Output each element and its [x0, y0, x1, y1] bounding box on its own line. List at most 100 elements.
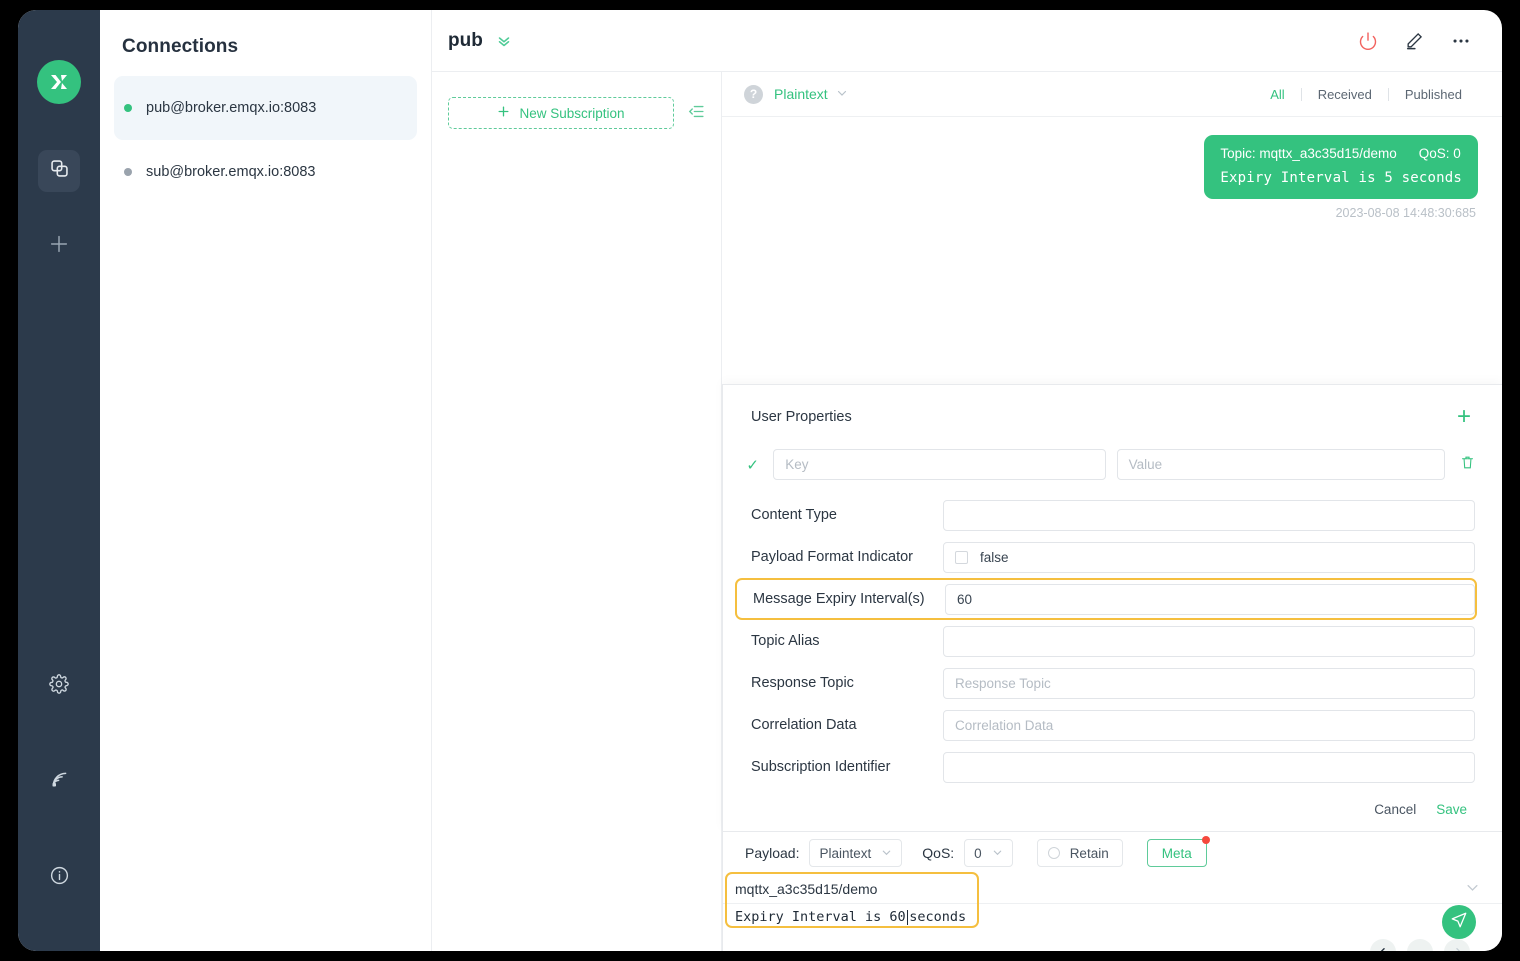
connections-sidebar: Connections pub@broker.emqx.io:8083 sub@…	[100, 10, 432, 951]
publish-input-area: mqttx_a3c35d15/demo Expiry Interval is 6…	[723, 872, 1502, 930]
message-qos: QoS: 0	[1418, 146, 1461, 161]
connection-title: pub	[448, 29, 483, 51]
message-filter-tabs: All Received Published	[1254, 87, 1478, 102]
retain-toggle[interactable]: Retain	[1036, 839, 1123, 867]
user-property-value-input[interactable]: Value	[1116, 449, 1445, 480]
publish-message-after-caret: seconds	[909, 909, 967, 925]
response-topic-input[interactable]: Response Topic	[943, 667, 1475, 699]
subscriptions-panel: New Subscription	[432, 72, 722, 951]
icon-rail	[18, 10, 100, 951]
publish-message-input[interactable]: Expiry Interval is 60 seconds	[723, 904, 1502, 930]
sidebar-item-about[interactable]	[38, 857, 80, 899]
message-header: Topic: mqttx_a3c35d15/demo QoS: 0	[1220, 146, 1462, 161]
connection-label: pub@broker.emqx.io:8083	[146, 100, 317, 116]
message-timestamp: 2023-08-08 14:48:30:685	[1335, 206, 1476, 220]
message-expiry-interval-input[interactable]: 60	[945, 583, 1475, 615]
user-properties-title: User Properties	[751, 409, 852, 425]
payload-format-indicator-value: false	[980, 549, 1009, 565]
power-icon[interactable]	[1358, 31, 1378, 51]
status-dot-online	[124, 104, 132, 112]
publish-message-before-caret: Expiry Interval is 60	[735, 909, 906, 925]
more-icon[interactable]	[1450, 30, 1472, 52]
payload-format-indicator-input[interactable]: false	[943, 541, 1475, 573]
content-type-input[interactable]	[943, 499, 1475, 531]
broadcast-icon	[49, 769, 70, 795]
text-caret	[906, 909, 909, 925]
new-subscription-button[interactable]: New Subscription	[448, 97, 674, 129]
filter-all[interactable]: All	[1254, 87, 1300, 102]
trash-icon[interactable]	[1460, 455, 1475, 474]
sidebar-item-new-connection[interactable]	[38, 225, 80, 267]
message-nav-controls	[723, 930, 1502, 951]
chevron-down-icon[interactable]	[1465, 880, 1480, 898]
field-label: Subscription Identifier	[751, 759, 891, 775]
field-topic-alias: Topic Alias	[737, 620, 1475, 662]
publish-options: Payload: Plaintext QoS: 0 Retain Meta	[723, 832, 1502, 874]
payload-type-select[interactable]: Plaintext	[809, 839, 903, 867]
arrow-left-icon[interactable]	[1370, 939, 1396, 951]
user-properties-header: User Properties +	[737, 405, 1475, 429]
qos-label: QoS:	[922, 845, 955, 861]
user-property-key-input[interactable]: Key	[773, 449, 1106, 480]
check-icon[interactable]: ✓	[743, 456, 762, 474]
edit-icon[interactable]	[1404, 31, 1424, 51]
field-label: Topic Alias	[751, 633, 820, 649]
field-response-topic: Response Topic Response Topic	[737, 662, 1475, 704]
subscription-identifier-input[interactable]	[943, 751, 1475, 783]
help-circle-icon[interactable]: ?	[744, 84, 763, 104]
field-subscription-identifier: Subscription Identifier	[737, 746, 1475, 788]
meta-panel-actions: Cancel Save	[737, 788, 1475, 817]
message-topic: Topic: mqttx_a3c35d15/demo	[1220, 146, 1397, 161]
checkbox[interactable]	[955, 550, 968, 564]
payload-type-value: Plaintext	[819, 845, 872, 861]
field-label: Payload Format Indicator	[751, 549, 913, 565]
mqttx-logo-icon	[37, 60, 81, 104]
publish-topic-input[interactable]: mqttx_a3c35d15/demo	[735, 881, 877, 897]
sidebar-item-connections[interactable]	[38, 150, 80, 192]
meta-label: Meta	[1161, 845, 1192, 861]
connections-icon	[49, 158, 70, 184]
plus-icon[interactable]: +	[1457, 405, 1471, 429]
message-bubble-published[interactable]: Topic: mqttx_a3c35d15/demo QoS: 0 Expiry…	[1204, 135, 1478, 199]
topic-alias-input[interactable]	[943, 625, 1475, 657]
save-button[interactable]: Save	[1436, 802, 1467, 817]
meta-button[interactable]: Meta	[1146, 836, 1210, 867]
correlation-data-input[interactable]: Correlation Data	[943, 709, 1475, 741]
field-message-expiry-interval: Message Expiry Interval(s) 60	[735, 578, 1477, 620]
publish-topic-row[interactable]: mqttx_a3c35d15/demo	[723, 874, 1502, 904]
sidebar-item-settings[interactable]	[38, 665, 80, 707]
rail-bottom-group	[38, 665, 80, 951]
app-window: Connections pub@broker.emqx.io:8083 sub@…	[18, 10, 1502, 951]
double-chevron-down-icon[interactable]	[495, 32, 513, 50]
field-payload-format-indicator: Payload Format Indicator false	[737, 536, 1475, 578]
chevron-down-icon	[992, 846, 1003, 861]
info-icon	[49, 865, 70, 891]
cancel-button[interactable]: Cancel	[1374, 802, 1416, 817]
field-content-type: Content Type	[737, 494, 1475, 536]
messages-column: ? Plaintext All Received Published Topic…	[722, 72, 1502, 951]
arrow-right-icon[interactable]	[1444, 939, 1470, 951]
retain-label: Retain	[1069, 845, 1109, 861]
send-icon	[1450, 911, 1468, 934]
sidebar-item-logs[interactable]	[38, 761, 80, 803]
status-dot-offline	[124, 168, 132, 176]
field-correlation-data: Correlation Data Correlation Data	[737, 704, 1475, 746]
publish-bar: Payload: Plaintext QoS: 0 Retain Meta mq…	[722, 831, 1502, 951]
filter-received[interactable]: Received	[1302, 87, 1388, 102]
collapse-list-icon[interactable]	[688, 103, 705, 125]
plus-icon	[48, 233, 70, 260]
qos-select[interactable]: 0	[964, 839, 1013, 867]
payload-format-select[interactable]: Plaintext	[774, 86, 848, 102]
radio-icon	[1047, 847, 1060, 859]
send-button[interactable]	[1442, 905, 1476, 939]
connection-list-item-sub[interactable]: sub@broker.emqx.io:8083	[114, 140, 417, 204]
payload-label: Payload:	[745, 845, 800, 861]
page-title: Connections	[122, 36, 239, 57]
connection-list-item-pub[interactable]: pub@broker.emqx.io:8083	[114, 76, 417, 140]
body-row: New Subscription ? Plaintext All Receive…	[432, 72, 1502, 951]
user-property-row: ✓ Key Value	[737, 449, 1475, 480]
filter-published[interactable]: Published	[1389, 87, 1478, 102]
qos-value: 0	[974, 845, 982, 861]
payload-format-value: Plaintext	[774, 86, 828, 102]
field-label: Correlation Data	[751, 717, 857, 733]
